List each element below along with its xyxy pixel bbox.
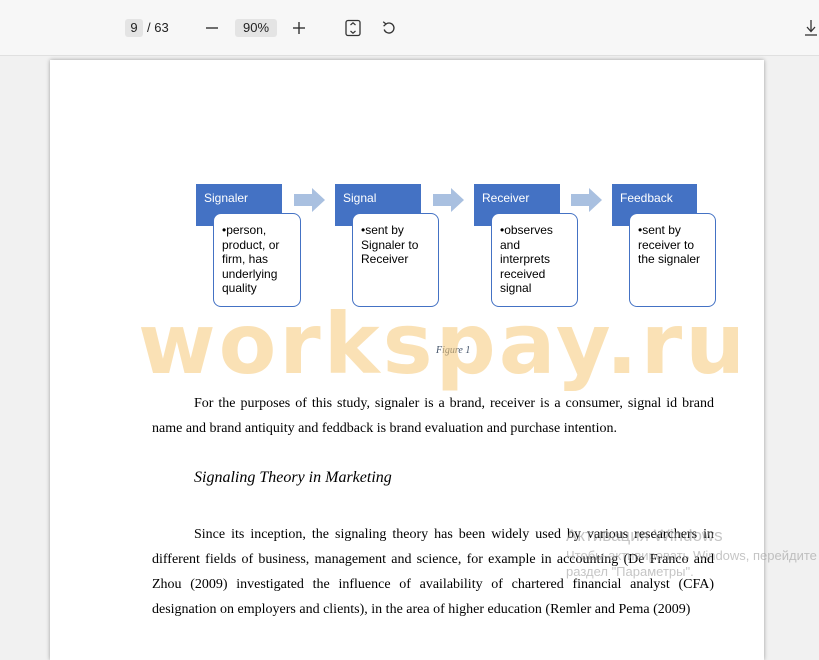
diagram-step-signaler-body: •person, product, or firm, has underlyin… xyxy=(213,213,301,307)
plus-icon xyxy=(293,22,305,34)
figure-caption: Figure 1 xyxy=(436,345,471,356)
download-button[interactable] xyxy=(799,16,819,40)
page-number-field[interactable]: 9 xyxy=(125,19,143,37)
zoom-out-button[interactable] xyxy=(200,16,224,40)
zoom-level-field[interactable]: 90% xyxy=(235,19,277,37)
diagram-arrow xyxy=(294,188,325,212)
fit-page-button[interactable] xyxy=(341,16,365,40)
section-heading: Signaling Theory in Marketing xyxy=(194,469,392,486)
download-icon xyxy=(805,20,817,36)
rotate-icon xyxy=(382,21,395,34)
diagram-step-signal-body: •sent by Signaler to Receiver xyxy=(352,213,439,307)
diagram-arrow xyxy=(571,188,602,212)
body-paragraph: Since its inception, the signaling theor… xyxy=(152,527,714,617)
page-total-label: / 63 xyxy=(147,20,169,35)
zoom-in-button[interactable] xyxy=(287,16,311,40)
rotate-button[interactable] xyxy=(377,16,401,40)
watermark-text: workspay.ru xyxy=(138,295,749,393)
minus-icon xyxy=(206,27,218,29)
body-paragraph: For the purposes of this study, signaler… xyxy=(152,396,714,436)
document-page: Signaler •person, product, or firm, has … xyxy=(50,60,764,660)
diagram-step-feedback-body: •sent by receiver to the signaler xyxy=(629,213,716,307)
fit-page-icon xyxy=(345,19,361,37)
pdf-toolbar: 9 / 63 90% xyxy=(0,0,819,56)
diagram-step-receiver-body: •observes and interprets received signal xyxy=(491,213,578,307)
diagram-arrow xyxy=(433,188,464,212)
